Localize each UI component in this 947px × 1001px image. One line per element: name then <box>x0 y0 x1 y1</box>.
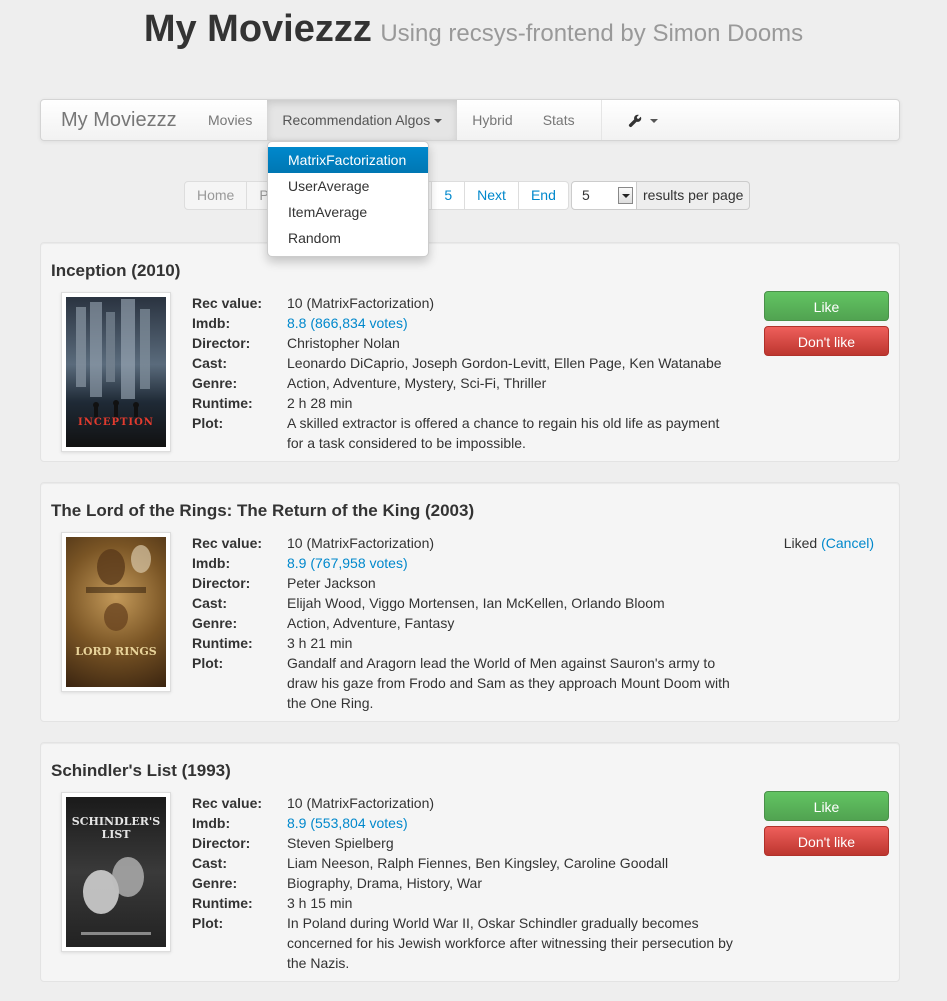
page-title: My Moviezzz <box>143 8 372 50</box>
nav-item-stats[interactable]: Stats <box>528 100 590 140</box>
runtime-value: 3 h 15 min <box>287 895 353 911</box>
poster-title-text: INCEPTION <box>78 417 154 428</box>
page-header: My Moviezzz Using recsys-frontend by Sim… <box>0 8 947 51</box>
liked-status: Liked (Cancel) <box>784 533 874 553</box>
pagination-home[interactable]: Home <box>184 181 248 210</box>
nav-item-label: Movies <box>208 112 253 128</box>
nav-item-hybrid[interactable]: Hybrid <box>457 100 527 140</box>
movie-card: The Lord of the Rings: The Return of the… <box>40 482 900 722</box>
dislike-button[interactable]: Don't like <box>764 826 889 856</box>
movie-poster: SCHINDLER'S LIST <box>61 792 171 952</box>
page-subtitle: Using recsys-frontend by Simon Dooms <box>380 20 804 47</box>
cast-label: Cast: <box>192 855 228 871</box>
dropdown-option-random[interactable]: Random <box>268 225 428 251</box>
runtime-value: 3 h 21 min <box>287 635 353 651</box>
nav-menu: Movies Recommendation Algos Hybrid Stats <box>193 100 590 140</box>
rec-value: 10 (MatrixFactorization) <box>287 535 435 551</box>
imdb-link[interactable]: 8.8 (866,834 votes) <box>287 315 408 331</box>
pagination-page-5[interactable]: 5 <box>432 181 466 210</box>
like-button[interactable]: Like <box>764 791 889 821</box>
rec-value: 10 (MatrixFactorization) <box>287 295 435 311</box>
per-page-value: 5 <box>582 187 590 203</box>
imdb-link[interactable]: 8.9 (767,958 votes) <box>287 555 408 571</box>
cast-label: Cast: <box>192 355 228 371</box>
like-button[interactable]: Like <box>764 291 889 321</box>
plot-value: Gandalf and Aragorn lead the World of Me… <box>287 655 730 711</box>
nav-item-label: Recommendation Algos <box>282 112 431 128</box>
settings-dropdown[interactable] <box>613 100 673 140</box>
nav-item-label: Stats <box>542 112 575 128</box>
navbar-brand[interactable]: My Moviezzz <box>61 109 177 132</box>
navbar: My Moviezzz Movies Recommendation Algos … <box>40 99 900 141</box>
director-label: Director: <box>192 835 251 851</box>
plot-value: In Poland during World War II, Oskar Sch… <box>287 915 733 971</box>
poster-title-text: LORD RINGS <box>75 645 157 658</box>
movie-title: Schindler's List (1993) <box>51 761 231 780</box>
imdb-label: Imdb: <box>192 555 231 571</box>
imdb-label: Imdb: <box>192 815 231 831</box>
director-value: Peter Jackson <box>287 575 376 591</box>
movie-details: Rec value: 10 (MatrixFactorization) Imdb:… <box>192 793 737 973</box>
movie-poster: LORD RINGS <box>61 532 171 692</box>
nav-item-movies[interactable]: Movies <box>193 100 267 140</box>
algo-dropdown-menu: MatrixFactorization UserAverage ItemAver… <box>267 141 429 257</box>
caret-down-icon <box>649 119 658 124</box>
dropdown-option-itemaverage[interactable]: ItemAverage <box>268 199 428 225</box>
dropdown-option-matrixfactorization[interactable]: MatrixFactorization <box>268 147 428 173</box>
imdb-label: Imdb: <box>192 315 231 331</box>
liked-status-text: Liked <box>783 535 818 551</box>
pagination-next[interactable]: Next <box>465 181 519 210</box>
nav-item-recommendation-algos[interactable]: Recommendation Algos <box>267 100 458 140</box>
imdb-link[interactable]: 8.9 (553,804 votes) <box>287 815 408 831</box>
movie-title: The Lord of the Rings: The Return of the… <box>51 501 475 520</box>
movie-details: Rec value: 10 (MatrixFactorization) Imdb:… <box>192 293 737 453</box>
genre-label: Genre: <box>192 875 238 891</box>
rec-value: 10 (MatrixFactorization) <box>287 795 435 811</box>
runtime-label: Runtime: <box>192 395 253 411</box>
nav-divider <box>601 100 602 140</box>
select-arrow-icon <box>618 187 633 204</box>
director-value: Christopher Nolan <box>287 335 400 351</box>
rec-value-label: Rec value: <box>192 535 263 551</box>
cast-value: Leonardo DiCaprio, Joseph Gordon-Levitt,… <box>287 355 722 371</box>
cast-value: Liam Neeson, Ralph Fiennes, Ben Kingsley… <box>287 855 669 871</box>
per-page-select[interactable]: 5 <box>571 181 637 210</box>
results-per-page: 5 results per page <box>571 181 751 210</box>
movie-card: Inception (2010) INCEPTION Rec value: 10 … <box>40 242 900 462</box>
genre-value: Action, Adventure, Fantasy <box>287 615 455 631</box>
caret-down-icon <box>434 119 443 124</box>
director-label: Director: <box>192 575 251 591</box>
rec-value-label: Rec value: <box>192 795 263 811</box>
plot-label: Plot: <box>192 655 224 671</box>
runtime-label: Runtime: <box>192 895 253 911</box>
genre-label: Genre: <box>192 615 238 631</box>
cancel-like-link[interactable]: (Cancel) <box>821 535 874 551</box>
genre-label: Genre: <box>192 375 238 391</box>
movie-poster: INCEPTION <box>61 292 171 452</box>
plot-label: Plot: <box>192 415 224 431</box>
runtime-label: Runtime: <box>192 635 253 651</box>
per-page-label: results per page <box>637 181 751 210</box>
director-label: Director: <box>192 335 251 351</box>
plot-value: A skilled extractor is offered a chance … <box>287 415 720 451</box>
cast-label: Cast: <box>192 595 228 611</box>
rec-value-label: Rec value: <box>192 295 263 311</box>
genre-value: Biography, Drama, History, War <box>287 875 483 891</box>
wrench-icon <box>628 115 642 128</box>
runtime-value: 2 h 28 min <box>287 395 353 411</box>
dislike-button[interactable]: Don't like <box>764 326 889 356</box>
plot-label: Plot: <box>192 915 224 931</box>
settings-menu <box>613 100 673 140</box>
movie-title: Inception (2010) <box>51 261 181 280</box>
cast-value: Elijah Wood, Viggo Mortensen, Ian McKell… <box>287 595 665 611</box>
director-value: Steven Spielberg <box>287 835 394 851</box>
movie-card: Schindler's List (1993) SCHINDLER'S LIST… <box>40 742 900 982</box>
dropdown-option-useraverage[interactable]: UserAverage <box>268 173 428 199</box>
pagination-end[interactable]: End <box>518 181 569 210</box>
poster-title-text: SCHINDLER'S LIST <box>71 815 161 841</box>
nav-item-label: Hybrid <box>472 112 513 128</box>
genre-value: Action, Adventure, Mystery, Sci-Fi, Thri… <box>287 375 547 391</box>
movie-details: Rec value: 10 (MatrixFactorization) Imdb:… <box>192 533 737 713</box>
